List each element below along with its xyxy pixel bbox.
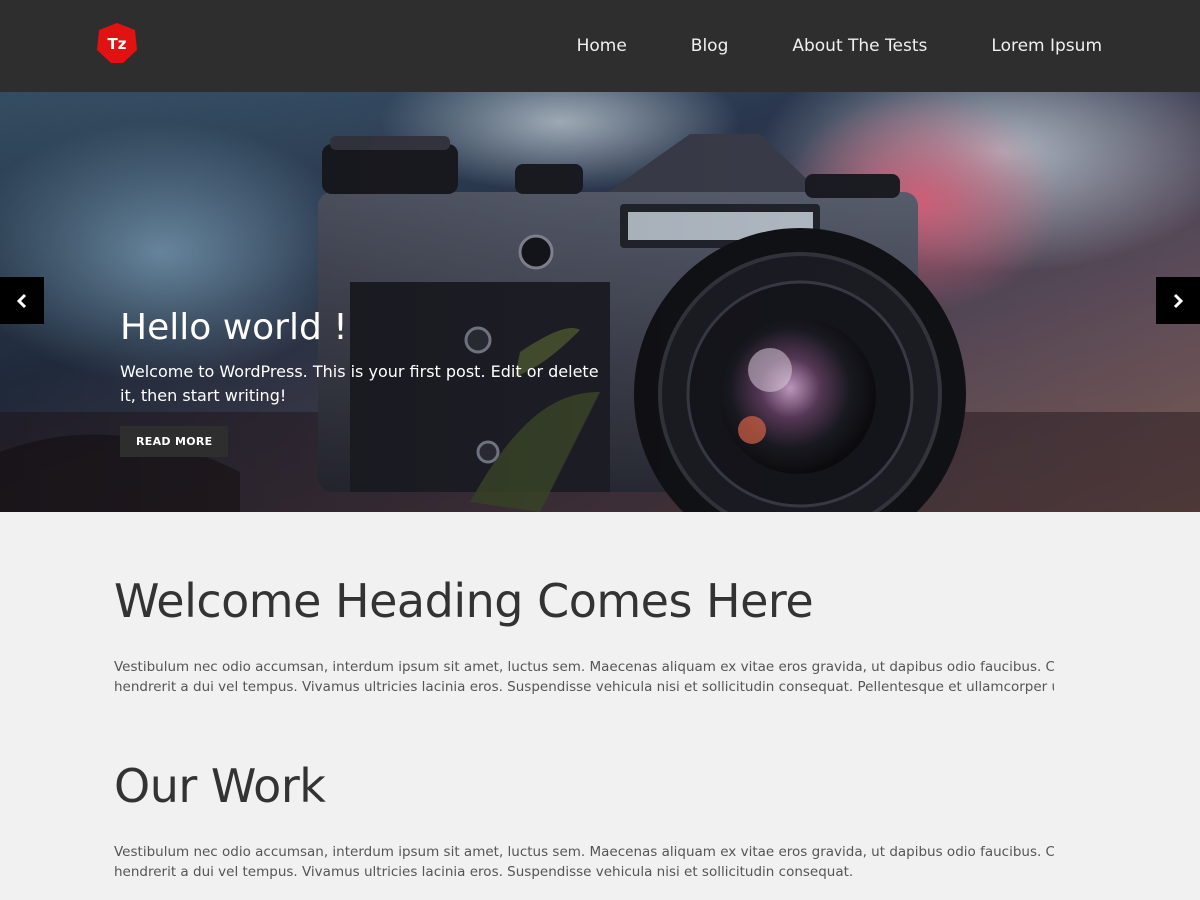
slide-caption: Hello world ! Welcome to WordPress. This… (120, 307, 600, 458)
our-work-text-line: hendrerit a dui vel tempus. Vivamus ultr… (114, 864, 854, 881)
welcome-text-line: Vestibulum nec odio accumsan, interdum i… (114, 659, 1054, 676)
slider-next-button[interactable] (1156, 277, 1200, 324)
slide-title: Hello world ! (120, 307, 348, 348)
main-content: Welcome Heading Comes Here Vestibulum ne… (114, 512, 1054, 882)
site-header: Tz Home Blog About The Tests Lorem Ipsum (0, 0, 1200, 92)
our-work-text: Vestibulum nec odio accumsan, interdum i… (114, 842, 1054, 882)
our-work-heading: Our Work (114, 759, 326, 814)
hero-slider: Hello world ! Welcome to WordPress. This… (0, 92, 1200, 512)
chevron-right-icon (1173, 293, 1184, 308)
site-logo[interactable]: Tz (96, 22, 138, 64)
nav-blog[interactable]: Blog (691, 36, 729, 56)
welcome-heading: Welcome Heading Comes Here (114, 574, 814, 628)
nav-lorem-ipsum[interactable]: Lorem Ipsum (991, 36, 1102, 56)
slider-prev-button[interactable] (0, 277, 44, 324)
welcome-text-line: hendrerit a dui vel tempus. Vivamus ultr… (114, 679, 1054, 696)
nav-home[interactable]: Home (577, 36, 627, 56)
read-more-button[interactable]: READ MORE (120, 426, 229, 458)
svg-text:Tz: Tz (108, 35, 127, 53)
main-nav: Home Blog About The Tests Lorem Ipsum (577, 0, 1102, 92)
welcome-text: Vestibulum nec odio accumsan, interdum i… (114, 657, 1054, 697)
our-work-text-line: Vestibulum nec odio accumsan, interdum i… (114, 844, 1054, 861)
logo-badge-icon: Tz (97, 23, 137, 63)
nav-about-the-tests[interactable]: About The Tests (792, 36, 927, 56)
chevron-left-icon (16, 293, 27, 308)
slide-excerpt: Welcome to WordPress. This is your first… (120, 362, 599, 406)
